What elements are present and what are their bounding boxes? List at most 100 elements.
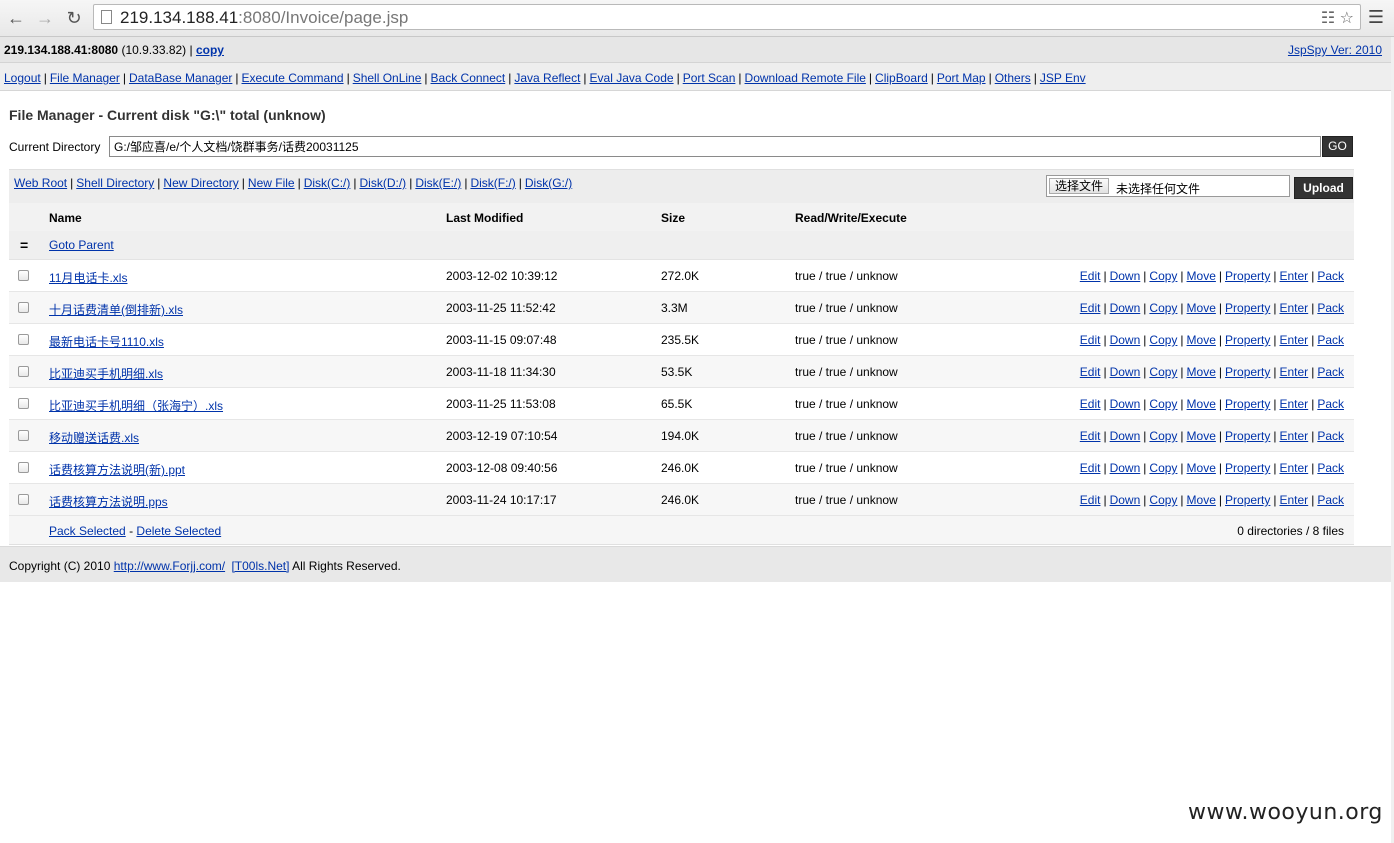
action-pack[interactable]: Pack	[1317, 461, 1344, 475]
copy-link[interactable]: copy	[196, 43, 224, 57]
file-name-link[interactable]: 移动赠送话费.xls	[49, 429, 139, 446]
go-button[interactable]: GO	[1322, 136, 1353, 157]
file-name-link[interactable]: 比亚迪买手机明细（张海宁）.xls	[49, 397, 223, 414]
menu-shell-online[interactable]: Shell OnLine	[353, 71, 422, 85]
translate-icon[interactable]: ☷	[1321, 10, 1335, 27]
forjj-link[interactable]: http://www.Forjj.com/	[114, 559, 225, 573]
toolbar-disk-c[interactable]: Disk(C:/)	[304, 176, 351, 190]
action-pack[interactable]: Pack	[1317, 397, 1344, 411]
action-move[interactable]: Move	[1187, 301, 1216, 315]
action-copy[interactable]: Copy	[1149, 493, 1177, 507]
action-edit[interactable]: Edit	[1080, 333, 1101, 347]
menu-file-manager[interactable]: File Manager	[50, 71, 120, 85]
delete-selected-link[interactable]: Delete Selected	[136, 524, 221, 538]
toolbar-disk-e[interactable]: Disk(E:/)	[415, 176, 461, 190]
action-enter[interactable]: Enter	[1280, 301, 1309, 315]
toolbar-disk-g[interactable]: Disk(G:/)	[525, 176, 572, 190]
action-edit[interactable]: Edit	[1080, 397, 1101, 411]
action-down[interactable]: Down	[1110, 365, 1141, 379]
toolbar-disk-d[interactable]: Disk(D:/)	[360, 176, 407, 190]
action-enter[interactable]: Enter	[1280, 397, 1309, 411]
action-edit[interactable]: Edit	[1080, 301, 1101, 315]
action-enter[interactable]: Enter	[1280, 461, 1309, 475]
action-edit[interactable]: Edit	[1080, 493, 1101, 507]
action-move[interactable]: Move	[1187, 461, 1216, 475]
action-move[interactable]: Move	[1187, 429, 1216, 443]
menu-jsp-env[interactable]: JSP Env	[1040, 71, 1086, 85]
choose-file-button[interactable]: 选择文件	[1049, 178, 1110, 194]
action-property[interactable]: Property	[1225, 461, 1270, 475]
action-property[interactable]: Property	[1225, 365, 1270, 379]
upload-button[interactable]: Upload	[1294, 177, 1353, 199]
action-property[interactable]: Property	[1225, 333, 1270, 347]
reload-icon[interactable]: ↻	[63, 7, 85, 29]
menu-logout[interactable]: Logout	[4, 71, 41, 85]
row-checkbox[interactable]	[18, 334, 29, 345]
action-property[interactable]: Property	[1225, 269, 1270, 283]
menu-eval-java-code[interactable]: Eval Java Code	[590, 71, 674, 85]
file-name-link[interactable]: 十月话费清单(倒排新).xls	[49, 301, 183, 318]
row-checkbox[interactable]	[18, 270, 29, 281]
action-down[interactable]: Down	[1110, 301, 1141, 315]
action-copy[interactable]: Copy	[1149, 269, 1177, 283]
toolbar-new-directory[interactable]: New Directory	[163, 176, 238, 190]
address-bar[interactable]: 219.134.188.41:8080/Invoice/page.jsp ☷ ☆	[93, 4, 1361, 30]
action-edit[interactable]: Edit	[1080, 365, 1101, 379]
file-name-link[interactable]: 话费核算方法说明.pps	[49, 493, 168, 510]
forward-arrow-icon[interactable]: →	[34, 7, 56, 29]
action-down[interactable]: Down	[1110, 461, 1141, 475]
action-down[interactable]: Down	[1110, 269, 1141, 283]
menu-port-scan[interactable]: Port Scan	[683, 71, 736, 85]
menu-java-reflect[interactable]: Java Reflect	[514, 71, 580, 85]
action-pack[interactable]: Pack	[1317, 365, 1344, 379]
action-copy[interactable]: Copy	[1149, 429, 1177, 443]
action-enter[interactable]: Enter	[1280, 365, 1309, 379]
action-copy[interactable]: Copy	[1149, 301, 1177, 315]
row-checkbox[interactable]	[18, 366, 29, 377]
menu-database-manager[interactable]: DataBase Manager	[129, 71, 232, 85]
action-property[interactable]: Property	[1225, 493, 1270, 507]
browser-menu-icon[interactable]: ☰	[1367, 7, 1385, 27]
action-enter[interactable]: Enter	[1280, 429, 1309, 443]
action-edit[interactable]: Edit	[1080, 429, 1101, 443]
row-checkbox[interactable]	[18, 462, 29, 473]
action-pack[interactable]: Pack	[1317, 301, 1344, 315]
file-name-link[interactable]: 比亚迪买手机明细.xls	[49, 365, 163, 382]
action-enter[interactable]: Enter	[1280, 333, 1309, 347]
menu-clipboard[interactable]: ClipBoard	[875, 71, 928, 85]
back-arrow-icon[interactable]: ←	[5, 7, 27, 29]
action-move[interactable]: Move	[1187, 397, 1216, 411]
action-property[interactable]: Property	[1225, 397, 1270, 411]
action-down[interactable]: Down	[1110, 333, 1141, 347]
toolbar-web-root[interactable]: Web Root	[14, 176, 67, 190]
row-checkbox[interactable]	[18, 302, 29, 313]
action-edit[interactable]: Edit	[1080, 269, 1101, 283]
action-pack[interactable]: Pack	[1317, 269, 1344, 283]
action-move[interactable]: Move	[1187, 365, 1216, 379]
action-edit[interactable]: Edit	[1080, 461, 1101, 475]
row-checkbox[interactable]	[18, 398, 29, 409]
action-pack[interactable]: Pack	[1317, 429, 1344, 443]
action-copy[interactable]: Copy	[1149, 365, 1177, 379]
toolbar-disk-f[interactable]: Disk(F:/)	[470, 176, 515, 190]
row-checkbox[interactable]	[18, 430, 29, 441]
action-down[interactable]: Down	[1110, 429, 1141, 443]
menu-back-connect[interactable]: Back Connect	[431, 71, 506, 85]
action-pack[interactable]: Pack	[1317, 493, 1344, 507]
action-down[interactable]: Down	[1110, 493, 1141, 507]
action-copy[interactable]: Copy	[1149, 333, 1177, 347]
action-move[interactable]: Move	[1187, 269, 1216, 283]
action-copy[interactable]: Copy	[1149, 397, 1177, 411]
file-name-link[interactable]: 11月电话卡.xls	[49, 269, 127, 286]
menu-others[interactable]: Others	[995, 71, 1031, 85]
file-name-link[interactable]: 最新电话卡号1110.xls	[49, 333, 164, 350]
file-chooser[interactable]: 选择文件 未选择任何文件	[1046, 175, 1290, 197]
action-pack[interactable]: Pack	[1317, 333, 1344, 347]
toolbar-shell-directory[interactable]: Shell Directory	[76, 176, 154, 190]
action-move[interactable]: Move	[1187, 333, 1216, 347]
action-property[interactable]: Property	[1225, 301, 1270, 315]
t00ls-link[interactable]: [T00ls.Net]	[231, 559, 289, 573]
menu-port-map[interactable]: Port Map	[937, 71, 986, 85]
file-name-link[interactable]: 话费核算方法说明(新).ppt	[49, 461, 185, 478]
row-checkbox[interactable]	[18, 494, 29, 505]
